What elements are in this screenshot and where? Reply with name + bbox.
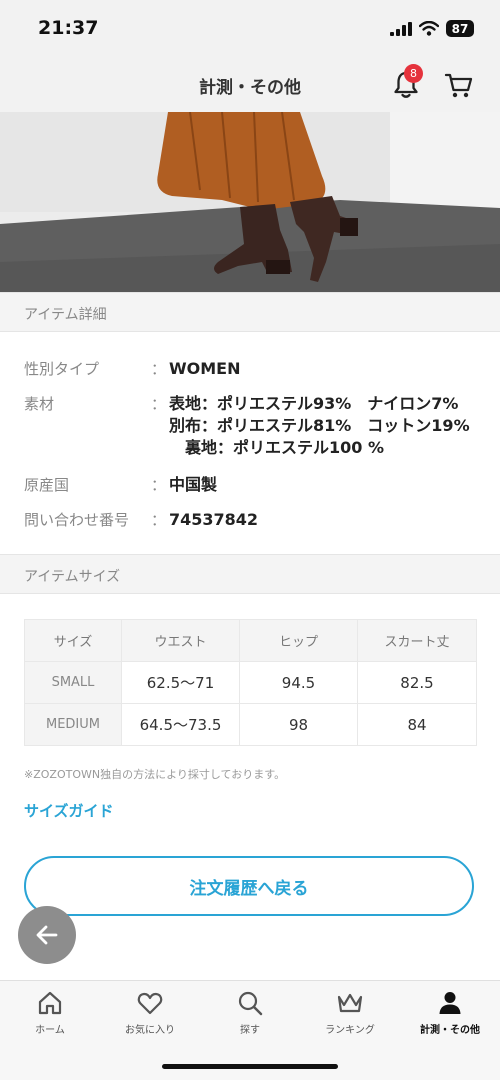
hip-cell: 98 <box>239 703 358 746</box>
return-to-order-history-button[interactable]: 注文履歴へ戻る <box>24 856 474 916</box>
notification-badge: 8 <box>404 64 423 83</box>
return-button-label: 注文履歴へ戻る <box>189 878 309 899</box>
item-size-header: アイテムサイズ <box>0 554 500 594</box>
inquiry-colon: ： <box>151 511 167 529</box>
product-image <box>0 112 500 292</box>
material-line-2: 別布：ポリエステル81% コットン19% <box>169 416 470 435</box>
size-table: サイズ ウエスト ヒップ スカート丈 SMALL 62.5〜71 94.5 82… <box>24 619 477 746</box>
measurement-note: ※ZOZOTOWN独自の方法により採寸しております。 <box>24 768 286 781</box>
home-icon <box>38 991 62 1015</box>
arrow-left-icon <box>36 925 58 945</box>
signal-icon <box>390 21 412 36</box>
waist-cell: 62.5〜71 <box>121 661 240 704</box>
size-cell: MEDIUM <box>24 703 122 746</box>
tab-measure-other[interactable]: 計測・その他 <box>400 989 500 1047</box>
material-line-3: 裏地：ポリエステル100 % <box>185 438 385 457</box>
wifi-icon <box>419 21 439 36</box>
tab-ranking[interactable]: ランキング <box>300 989 400 1047</box>
tab-ranking-label: ランキング <box>325 1025 375 1036</box>
back-button[interactable] <box>18 906 76 964</box>
person-icon <box>439 992 461 1014</box>
waist-cell: 64.5〜73.5 <box>121 703 240 746</box>
material-value: 表地：ポリエステル93% ナイロン7% 別布：ポリエステル81% コットン19%… <box>169 393 470 459</box>
origin-label: 原産国 <box>24 476 70 494</box>
tab-favorites-label: お気に入り <box>125 1025 175 1036</box>
page-title: 計測・その他 <box>199 78 301 98</box>
item-details-header: アイテム詳細 <box>0 292 500 332</box>
origin-colon: ： <box>151 476 167 494</box>
hip-cell: 94.5 <box>239 661 358 704</box>
origin-value: 中国製 <box>169 475 218 494</box>
inquiry-label: 問い合わせ番号 <box>24 511 130 529</box>
crown-icon <box>337 993 363 1013</box>
gender-value: WOMEN <box>169 359 241 378</box>
size-cell: SMALL <box>24 661 122 704</box>
size-table-header-row: サイズ ウエスト ヒップ スカート丈 <box>24 619 477 662</box>
home-indicator <box>162 1064 338 1069</box>
nav-bar: 計測・その他 <box>0 58 500 112</box>
tab-search[interactable]: 探す <box>200 989 300 1047</box>
status-bar: 21:37 87 <box>0 0 500 58</box>
tab-search-label: 探す <box>240 1025 260 1036</box>
gender-label: 性別タイプ <box>24 360 100 378</box>
skirt-length-cell: 84 <box>357 703 477 746</box>
hip-column-header: ヒップ <box>239 619 358 662</box>
material-label: 素材 <box>24 395 55 413</box>
status-time: 21:37 <box>38 17 99 39</box>
tab-home[interactable]: ホーム <box>0 989 100 1047</box>
status-icons: 87 <box>390 20 474 37</box>
tab-home-label: ホーム <box>35 1025 65 1036</box>
item-details-heading: アイテム詳細 <box>24 307 107 323</box>
cart-icon[interactable] <box>444 70 474 100</box>
tab-favorites[interactable]: お気に入り <box>100 989 200 1047</box>
waist-column-header: ウエスト <box>121 619 240 662</box>
material-colon: ： <box>151 395 167 413</box>
skirt-length-cell: 82.5 <box>357 661 477 704</box>
battery-indicator: 87 <box>446 20 474 37</box>
table-row: SMALL 62.5〜71 94.5 82.5 <box>24 661 477 704</box>
gender-colon: ： <box>151 360 167 378</box>
material-line-1: 表地：ポリエステル93% ナイロン7% <box>169 394 459 413</box>
skirt-length-column-header: スカート丈 <box>357 619 477 662</box>
search-icon <box>238 991 263 1016</box>
table-row: MEDIUM 64.5〜73.5 98 84 <box>24 703 477 746</box>
item-size-heading: アイテムサイズ <box>24 569 121 585</box>
inquiry-value: 74537842 <box>169 510 259 529</box>
tab-measure-other-label: 計測・その他 <box>420 1025 480 1036</box>
size-guide-link[interactable]: サイズガイド <box>24 800 114 821</box>
heart-icon <box>137 992 163 1015</box>
size-column-header: サイズ <box>24 619 122 662</box>
